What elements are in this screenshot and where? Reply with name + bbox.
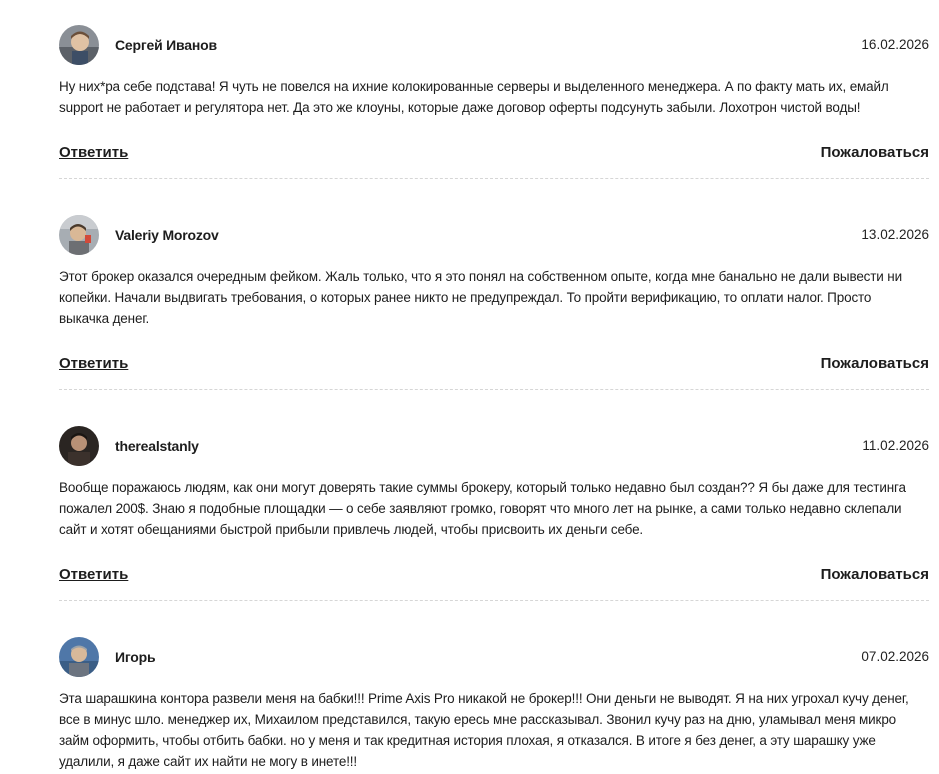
review-header: therealstanly 11.02.2026 xyxy=(59,425,929,467)
avatar[interactable] xyxy=(59,426,99,466)
review-item: Сергей Иванов 16.02.2026 Ну них*ра себе … xyxy=(59,24,929,179)
complain-link[interactable]: Пожаловаться xyxy=(821,144,929,161)
author-name: Valeriy Morozov xyxy=(115,227,219,243)
complain-link[interactable]: Пожаловаться xyxy=(821,566,929,583)
review-item: Valeriy Morozov 13.02.2026 Этот брокер о… xyxy=(59,214,929,390)
review-text: Этот брокер оказался очередным фейком. Ж… xyxy=(59,269,902,326)
avatar[interactable] xyxy=(59,215,99,255)
review-text: Эта шарашкина контора развели меня на ба… xyxy=(59,691,909,769)
reviews-list: Сергей Иванов 16.02.2026 Ну них*ра себе … xyxy=(0,0,939,774)
review-header: Valeriy Morozov 13.02.2026 xyxy=(59,214,929,256)
review-item: Игорь 07.02.2026 Эта шарашкина контора р… xyxy=(59,636,929,772)
complain-link[interactable]: Пожаловаться xyxy=(821,355,929,372)
divider xyxy=(59,178,929,179)
review-actions: Ответить Пожаловаться xyxy=(59,355,929,375)
review-actions: Ответить Пожаловаться xyxy=(59,144,929,164)
review-date: 07.02.2026 xyxy=(861,649,929,664)
author-name: Игорь xyxy=(115,649,156,665)
reply-link[interactable]: Ответить xyxy=(59,355,128,372)
avatar[interactable] xyxy=(59,25,99,65)
avatar[interactable] xyxy=(59,637,99,677)
reply-link[interactable]: Ответить xyxy=(59,566,128,583)
divider xyxy=(59,600,929,601)
review-text: Ну них*ра себе подстава! Я чуть не повел… xyxy=(59,79,889,115)
reply-link[interactable]: Ответить xyxy=(59,144,128,161)
review-header: Игорь 07.02.2026 xyxy=(59,636,929,678)
review-header: Сергей Иванов 16.02.2026 xyxy=(59,24,929,66)
review-actions: Ответить Пожаловаться xyxy=(59,566,929,586)
review-date: 11.02.2026 xyxy=(862,438,929,453)
author-name: Сергей Иванов xyxy=(115,37,217,53)
review-text: Вообще поражаюсь людям, как они могут до… xyxy=(59,480,906,537)
author-name: therealstanly xyxy=(115,438,199,454)
divider xyxy=(59,389,929,390)
review-item: therealstanly 11.02.2026 Вообще поражаюс… xyxy=(59,425,929,601)
review-date: 13.02.2026 xyxy=(861,227,929,242)
review-date: 16.02.2026 xyxy=(861,37,929,52)
